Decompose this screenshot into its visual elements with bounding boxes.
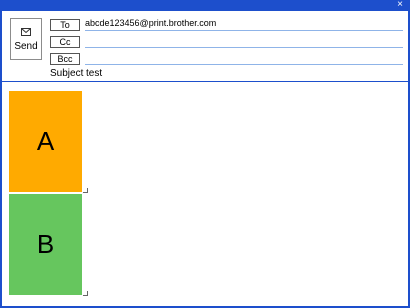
resize-handle-icon[interactable] (83, 188, 88, 193)
to-field[interactable]: abcde123456@print.brother.com (85, 17, 403, 31)
cc-button[interactable]: Cc (50, 36, 80, 48)
bcc-button[interactable]: Bcc (50, 53, 80, 65)
subject-field[interactable]: test (86, 68, 402, 80)
compose-window: × Send To abcde123456@print.brother.com … (0, 0, 410, 308)
bcc-field[interactable] (85, 51, 403, 65)
attachment-a-label: A (36, 126, 55, 156)
message-body[interactable]: A B (2, 82, 408, 306)
cc-field[interactable] (85, 34, 403, 48)
attachment-b-label: B (36, 229, 55, 259)
to-button[interactable]: To (50, 19, 80, 31)
attachment-a[interactable]: A (9, 91, 82, 192)
close-icon[interactable]: × (397, 0, 403, 10)
title-bar: × (2, 0, 408, 11)
attachment-b[interactable]: B (9, 194, 82, 295)
compose-header: Send To abcde123456@print.brother.com Cc… (2, 11, 408, 81)
subject-label: Subject (50, 68, 84, 79)
send-label: Send (14, 41, 38, 52)
envelope-icon (21, 28, 31, 36)
resize-handle-icon[interactable] (83, 291, 88, 296)
send-button[interactable]: Send (10, 18, 42, 60)
